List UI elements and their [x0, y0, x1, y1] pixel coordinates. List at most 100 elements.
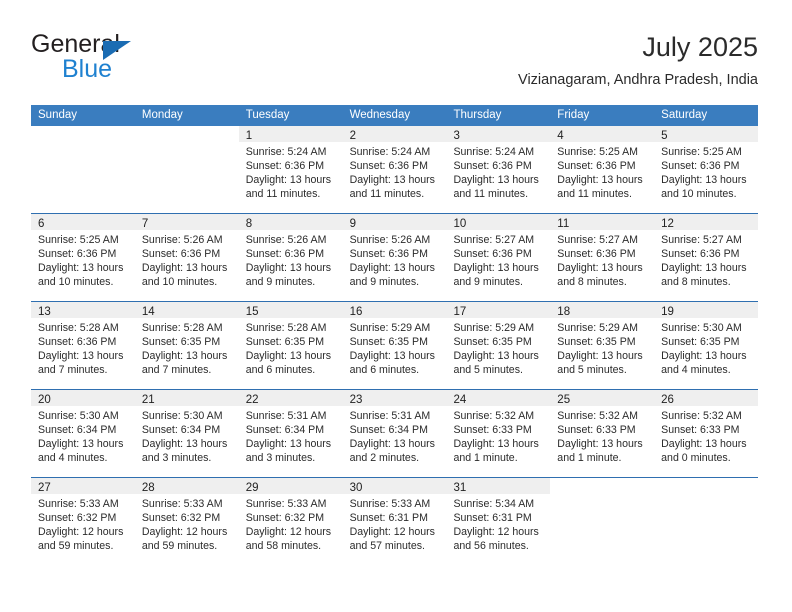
day-number-band: 27	[31, 478, 135, 494]
day-cell-26[interactable]: 26 Sunrise: 5:32 AM Sunset: 6:33 PM Dayligh…	[654, 390, 759, 477]
sunset-text: Sunset: 6:36 PM	[245, 160, 325, 172]
day-number: 5	[661, 130, 668, 142]
day-cell-29[interactable]: 29 Sunrise: 5:33 AM Sunset: 6:32 PM Dayligh…	[238, 478, 343, 565]
day-number-band: 30	[342, 478, 447, 494]
sunrise-text: Sunrise: 5:26 AM	[349, 234, 431, 246]
daylight-text-line1: Daylight: 13 hours	[349, 438, 435, 450]
day-number: 24	[453, 394, 467, 406]
sunset-text: Sunset: 6:35 PM	[661, 336, 740, 348]
day-number: 9	[349, 218, 356, 230]
day-cell-14[interactable]: 14 Sunrise: 5:28 AM Sunset: 6:35 PM Dayligh…	[134, 302, 239, 389]
day-cell-4[interactable]: 4 Sunrise: 5:25 AM Sunset: 6:36 PM Daylight…	[550, 126, 655, 213]
day-cell-25[interactable]: 25 Sunrise: 5:32 AM Sunset: 6:33 PM Dayligh…	[550, 390, 655, 477]
day-number-band: 13	[31, 302, 135, 318]
day-cell-11[interactable]: 11 Sunrise: 5:27 AM Sunset: 6:36 PM Dayligh…	[550, 214, 655, 301]
sunset-text: Sunset: 6:33 PM	[557, 424, 636, 436]
day-cell-17[interactable]: 17 Sunrise: 5:29 AM Sunset: 6:35 PM Dayligh…	[446, 302, 551, 389]
day-sun-info: Sunrise: 5:33 AM Sunset: 6:31 PM Daylight:…	[343, 494, 447, 553]
day-number: 16	[349, 306, 363, 318]
daylight-text-line1: Daylight: 13 hours	[245, 438, 332, 450]
day-cell-5[interactable]: 5 Sunrise: 5:25 AM Sunset: 6:36 PM Daylight…	[654, 126, 759, 213]
day-cell-20[interactable]: 20 Sunrise: 5:30 AM Sunset: 6:34 PM Dayligh…	[31, 390, 135, 477]
daylight-text-line2: and 59 minutes.	[38, 540, 114, 552]
day-number-band: 10	[446, 214, 551, 230]
day-cell-24[interactable]: 24 Sunrise: 5:32 AM Sunset: 6:33 PM Dayligh…	[446, 390, 551, 477]
day-number-band	[654, 478, 758, 494]
day-cell-30[interactable]: 30 Sunrise: 5:33 AM Sunset: 6:31 PM Dayligh…	[342, 478, 447, 565]
day-cell-12[interactable]: 12 Sunrise: 5:27 AM Sunset: 6:36 PM Dayligh…	[654, 214, 759, 301]
day-cell-9[interactable]: 9 Sunrise: 5:26 AM Sunset: 6:36 PM Daylight…	[342, 214, 447, 301]
sunset-text: Sunset: 6:36 PM	[661, 248, 740, 260]
sunrise-text: Sunrise: 5:26 AM	[245, 234, 327, 246]
day-cell-27[interactable]: 27 Sunrise: 5:33 AM Sunset: 6:32 PM Dayligh…	[31, 478, 135, 565]
day-cell-19[interactable]: 19 Sunrise: 5:30 AM Sunset: 6:35 PM Dayligh…	[654, 302, 759, 389]
daylight-text-line2: and 59 minutes.	[141, 540, 218, 552]
day-number-band: 28	[134, 478, 239, 494]
day-cell-18[interactable]: 18 Sunrise: 5:29 AM Sunset: 6:35 PM Dayligh…	[550, 302, 655, 389]
day-number: 19	[661, 306, 674, 318]
day-cell-22[interactable]: 22 Sunrise: 5:31 AM Sunset: 6:34 PM Dayligh…	[238, 390, 343, 477]
daylight-text-line1: Daylight: 13 hours	[38, 350, 124, 362]
day-cell-3[interactable]: 3 Sunrise: 5:24 AM Sunset: 6:36 PM Daylight…	[446, 126, 551, 213]
day-cell-10[interactable]: 10 Sunrise: 5:27 AM Sunset: 6:36 PM Dayligh…	[446, 214, 551, 301]
day-sun-info: Sunrise: 5:24 AM Sunset: 6:36 PM Daylight:…	[239, 142, 343, 201]
daylight-text-line2: and 8 minutes.	[661, 276, 731, 288]
day-cell-empty	[550, 478, 655, 565]
daylight-text-line1: Daylight: 13 hours	[38, 262, 124, 274]
daylight-text-line2: and 9 minutes.	[245, 276, 316, 288]
day-cell-6[interactable]: 6 Sunrise: 5:25 AM Sunset: 6:36 PM Daylight…	[31, 214, 135, 301]
day-sun-info: Sunrise: 5:28 AM Sunset: 6:36 PM Daylight:…	[31, 318, 135, 377]
day-number-band: 15	[238, 302, 343, 318]
day-cell-23[interactable]: 23 Sunrise: 5:31 AM Sunset: 6:34 PM Dayligh…	[342, 390, 447, 477]
day-number: 23	[349, 394, 363, 406]
day-cell-28[interactable]: 28 Sunrise: 5:33 AM Sunset: 6:32 PM Dayligh…	[134, 478, 239, 565]
day-number-band: 18	[550, 302, 655, 318]
day-cell-2[interactable]: 2 Sunrise: 5:24 AM Sunset: 6:36 PM Daylight…	[342, 126, 447, 213]
day-cell-13[interactable]: 13 Sunrise: 5:28 AM Sunset: 6:36 PM Dayligh…	[31, 302, 135, 389]
day-number-band: 24	[446, 390, 551, 406]
day-number-band: 17	[446, 302, 551, 318]
day-number-band	[550, 478, 654, 494]
day-number: 31	[453, 482, 467, 494]
day-cell-15[interactable]: 15 Sunrise: 5:28 AM Sunset: 6:35 PM Dayligh…	[238, 302, 343, 389]
calendar-week-row: 1 Sunrise: 5:24 AM Sunset: 6:36 PM Daylight…	[31, 126, 759, 213]
daylight-text-line2: and 2 minutes.	[349, 452, 420, 464]
daylight-text-line2: and 10 minutes.	[661, 188, 737, 200]
sunset-text: Sunset: 6:32 PM	[141, 512, 221, 524]
day-cell-21[interactable]: 21 Sunrise: 5:30 AM Sunset: 6:34 PM Dayligh…	[134, 390, 239, 477]
sunrise-text: Sunrise: 5:25 AM	[38, 234, 119, 246]
sunset-text: Sunset: 6:32 PM	[245, 512, 325, 524]
day-sun-info: Sunrise: 5:26 AM Sunset: 6:36 PM Daylight:…	[343, 230, 447, 289]
day-cell-8[interactable]: 8 Sunrise: 5:26 AM Sunset: 6:36 PM Daylight…	[238, 214, 343, 301]
sunrise-text: Sunrise: 5:24 AM	[245, 146, 327, 158]
day-sun-info: Sunrise: 5:29 AM Sunset: 6:35 PM Daylight:…	[343, 318, 447, 377]
day-sun-info: Sunrise: 5:32 AM Sunset: 6:33 PM Daylight:…	[446, 406, 550, 465]
day-sun-info: Sunrise: 5:32 AM Sunset: 6:33 PM Daylight:…	[654, 406, 758, 465]
sunset-text: Sunset: 6:34 PM	[245, 424, 325, 436]
day-cell-1[interactable]: 1 Sunrise: 5:24 AM Sunset: 6:36 PM Daylight…	[238, 126, 343, 213]
sunrise-text: Sunrise: 5:34 AM	[453, 498, 535, 510]
daylight-text-line1: Daylight: 13 hours	[349, 350, 435, 362]
sunset-text: Sunset: 6:31 PM	[453, 512, 532, 524]
day-number: 2	[349, 130, 356, 142]
sunrise-text: Sunrise: 5:30 AM	[661, 322, 742, 334]
day-cell-31[interactable]: 31 Sunrise: 5:34 AM Sunset: 6:31 PM Dayligh…	[446, 478, 551, 565]
day-number: 4	[557, 130, 564, 142]
daylight-text-line1: Daylight: 13 hours	[141, 438, 228, 450]
sunset-text: Sunset: 6:36 PM	[245, 248, 325, 260]
day-cell-empty	[31, 126, 135, 213]
sunrise-text: Sunrise: 5:32 AM	[557, 410, 638, 422]
day-cell-16[interactable]: 16 Sunrise: 5:29 AM Sunset: 6:35 PM Dayligh…	[342, 302, 447, 389]
day-cell-7[interactable]: 7 Sunrise: 5:26 AM Sunset: 6:36 PM Daylight…	[134, 214, 239, 301]
day-sun-info: Sunrise: 5:25 AM Sunset: 6:36 PM Daylight:…	[550, 142, 654, 201]
daylight-text-line1: Daylight: 12 hours	[453, 526, 539, 538]
sunrise-text: Sunrise: 5:32 AM	[661, 410, 742, 422]
daylight-text-line2: and 6 minutes.	[245, 364, 316, 376]
day-number-band: 3	[446, 126, 551, 142]
daylight-text-line2: and 11 minutes.	[453, 188, 529, 200]
weekday-header-monday: Monday	[141, 109, 183, 121]
day-number: 3	[453, 130, 460, 142]
daylight-text-line1: Daylight: 13 hours	[661, 350, 747, 362]
daylight-text-line1: Daylight: 13 hours	[661, 438, 747, 450]
sunset-text: Sunset: 6:36 PM	[453, 160, 532, 172]
